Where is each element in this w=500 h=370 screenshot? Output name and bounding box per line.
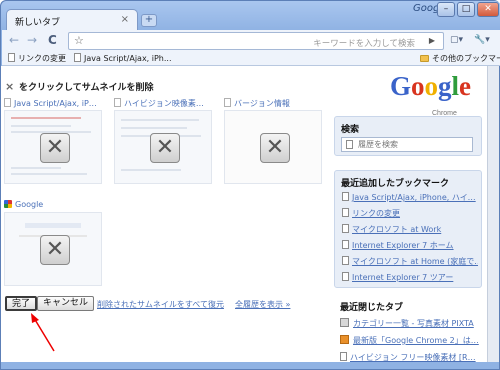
recent-bookmarks-panel: 最近追加したブックマーク Java Script/Ajax, iPhone, ハ…	[334, 170, 482, 288]
wrench-menu-icon[interactable]: 🔧▾	[474, 35, 490, 45]
recent-bookmark-label: リンクの変更	[352, 209, 400, 218]
search-panel: 検索	[334, 116, 482, 156]
thumbnail-title-text: バージョン情報	[234, 99, 290, 108]
article-favicon-icon	[340, 335, 349, 344]
bookmarks-bar: リンクの変更 Java Script/Ajax, iPh... その他のブックマ…	[2, 52, 500, 66]
recent-bookmark-label: マイクロソフト at Work	[352, 225, 442, 234]
recent-bookmark-label: Internet Explorer 7 ツアー	[352, 273, 454, 282]
window-controls: – □ ✕	[437, 2, 499, 17]
new-tab-page: × をクリックしてサムネイルを削除 Java Script/Ajax, iP… ✕…	[1, 66, 487, 362]
recently-closed-title: 最近閉じたタブ	[340, 303, 404, 313]
closed-tab-item[interactable]: カテゴリー一覧 - 写真素材 PIXTA	[340, 318, 482, 329]
recent-bookmark-label: Java Script/Ajax, iPhone, ハイ…	[352, 193, 476, 202]
history-search-input[interactable]	[358, 139, 470, 150]
closed-tab-item[interactable]: ハイビジョン フリー映像素材 [R…	[340, 352, 482, 362]
recent-bookmark-item[interactable]: マイクロソフト at Work	[342, 224, 478, 235]
remove-thumbnail-icon[interactable]: ✕	[150, 133, 180, 163]
page-icon	[342, 240, 349, 249]
other-bookmarks-label: その他のブックマーク	[432, 54, 500, 63]
tab-close-icon[interactable]: ×	[121, 14, 129, 25]
google-chrome-logo: Google Chrome	[390, 71, 482, 117]
history-search-box[interactable]	[341, 137, 473, 152]
folder-icon	[420, 55, 429, 62]
pixta-favicon-icon	[340, 318, 349, 327]
bookmark-label: リンクの変更	[18, 54, 66, 63]
recent-bookmark-label: マイクロソフト at Home (家庭で…	[352, 257, 478, 266]
page-icon	[342, 208, 349, 217]
closed-tab-label: カテゴリー一覧 - 写真素材 PIXTA	[353, 319, 474, 328]
page-icon	[342, 224, 349, 233]
minimize-button[interactable]: –	[437, 2, 455, 17]
tab-title: 新しいタブ	[15, 18, 61, 28]
logo-letter: o	[411, 71, 425, 101]
toolbar: ← → C ☆ キーワードを入力して検索 ▶ ▢▾ 🔧▾	[2, 30, 500, 52]
bookmark-item[interactable]: Java Script/Ajax, iPh...	[74, 53, 172, 63]
recent-bookmarks-title: 最近追加したブックマーク	[341, 179, 450, 189]
title-bar: 新しいタブ × + Google – □ ✕	[1, 1, 500, 31]
other-bookmarks[interactable]: その他のブックマーク	[420, 53, 500, 64]
logo-letter: o	[424, 71, 439, 101]
page-icon	[8, 53, 15, 62]
maximize-button[interactable]: □	[457, 2, 475, 17]
closed-tab-item[interactable]: 最新版「Google Chrome 2」は…	[340, 335, 482, 346]
page-menu-icon[interactable]: ▢▾	[450, 35, 463, 45]
thumbnail-image: ✕	[114, 110, 212, 184]
reload-icon[interactable]: C	[48, 33, 57, 47]
page-icon	[342, 192, 349, 201]
page-icon	[224, 98, 231, 107]
show-history-link[interactable]: 全履歴を表示 »	[235, 299, 290, 310]
page-icon	[346, 140, 353, 149]
thumbnail-title[interactable]: ハイビジョン映像素…	[114, 98, 204, 109]
go-icon[interactable]: ▶	[429, 36, 435, 45]
new-tab-button[interactable]: +	[141, 14, 157, 27]
bookmark-label: Java Script/Ajax, iPh...	[84, 54, 172, 63]
thumbnail-image: ✕	[224, 110, 322, 184]
remove-thumbnail-icon[interactable]: ✕	[260, 133, 290, 163]
close-window-button[interactable]: ✕	[477, 2, 499, 17]
search-panel-title: 検索	[341, 125, 360, 135]
bookmark-item[interactable]: リンクの変更	[8, 53, 66, 64]
thumbnail-title[interactable]: バージョン情報	[224, 98, 290, 109]
thumbnail-title-text: ハイビジョン映像素…	[124, 99, 204, 108]
closed-tab-label: 最新版「Google Chrome 2」は…	[353, 336, 479, 345]
back-arrow-icon[interactable]: ←	[9, 33, 19, 47]
thumbnail-tile[interactable]: バージョン情報 ✕	[224, 98, 322, 184]
logo-letter: G	[390, 71, 412, 101]
page-icon	[114, 98, 121, 107]
recent-bookmark-item[interactable]: Internet Explorer 7 ツアー	[342, 272, 478, 283]
page-icon	[340, 352, 347, 361]
page-icon	[74, 53, 81, 62]
forward-arrow-icon[interactable]: →	[27, 33, 37, 47]
page-icon	[342, 272, 349, 281]
vertical-scrollbar[interactable]	[487, 66, 499, 362]
restore-thumbnails-link[interactable]: 削除されたサムネイルをすべて復元	[97, 299, 224, 310]
recent-bookmark-item[interactable]: Java Script/Ajax, iPhone, ハイ…	[342, 192, 478, 203]
closed-tab-label: ハイビジョン フリー映像素材 [R…	[350, 353, 476, 362]
recent-bookmark-item[interactable]: マイクロソフト at Home (家庭で…	[342, 256, 478, 267]
thumbnail-tile[interactable]: ハイビジョン映像素… ✕	[114, 98, 212, 184]
recent-bookmark-item[interactable]: Internet Explorer 7 ホーム	[342, 240, 478, 251]
logo-letter: e	[459, 71, 472, 101]
logo-letter: l	[451, 71, 460, 101]
omnibox-placeholder: キーワードを入力して検索	[313, 39, 415, 49]
page-icon	[342, 256, 349, 265]
recent-bookmark-label: Internet Explorer 7 ホーム	[352, 241, 454, 250]
annotation-arrow	[31, 313, 55, 352]
omnibox[interactable]: ☆ キーワードを入力して検索 ▶	[68, 32, 444, 50]
recent-bookmark-item[interactable]: リンクの変更	[342, 208, 478, 219]
tab-new-tab[interactable]: 新しいタブ ×	[6, 9, 138, 31]
logo-letter: g	[438, 71, 452, 101]
star-icon[interactable]: ☆	[74, 34, 84, 47]
